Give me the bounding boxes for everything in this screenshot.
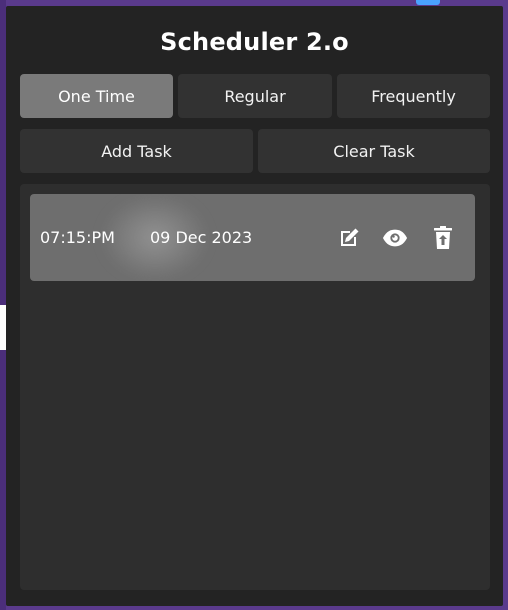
task-row[interactable]: 07:15:PM 09 Dec 2023 — [30, 194, 475, 281]
add-task-button[interactable]: Add Task — [20, 129, 253, 173]
tab-regular[interactable]: Regular — [178, 74, 332, 118]
task-time: 07:15:PM — [40, 228, 115, 247]
edit-icon[interactable] — [336, 225, 362, 251]
scheduler-popup: Scheduler 2.o One Time Regular Frequentl… — [6, 6, 503, 606]
trash-upload-icon[interactable] — [430, 225, 456, 251]
eye-icon[interactable] — [382, 225, 408, 251]
backdrop-badge — [416, 0, 440, 5]
tab-frequently[interactable]: Frequently — [337, 74, 490, 118]
clear-task-button[interactable]: Clear Task — [258, 129, 490, 173]
tab-one-time[interactable]: One Time — [20, 74, 173, 118]
popup-title: Scheduler 2.o — [160, 28, 349, 56]
task-date: 09 Dec 2023 — [150, 228, 253, 247]
task-list: 07:15:PM 09 Dec 2023 — [20, 184, 490, 590]
